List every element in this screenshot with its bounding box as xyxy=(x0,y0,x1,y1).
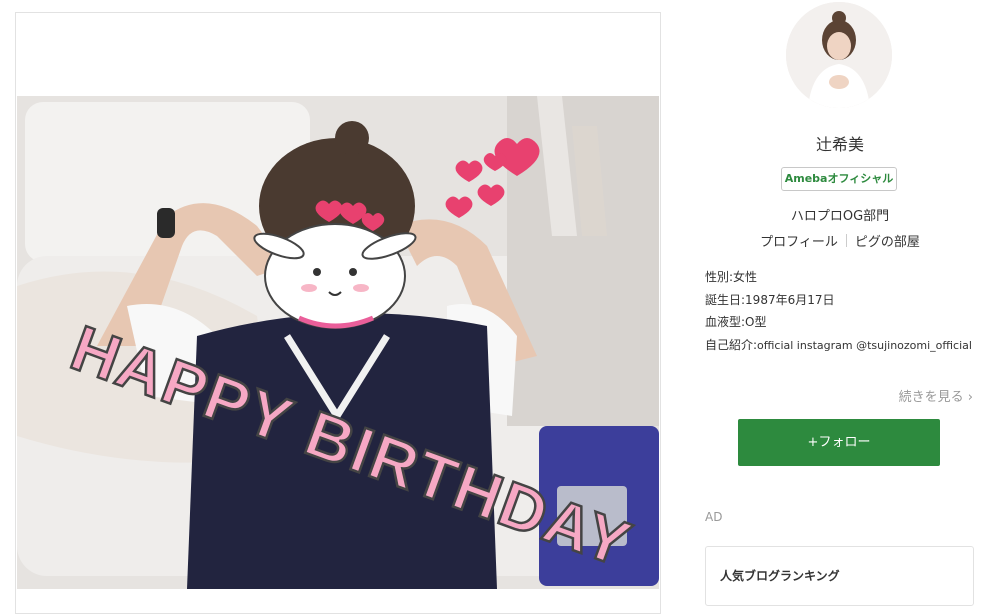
avatar-photo xyxy=(786,2,892,108)
profile-link[interactable]: プロフィール xyxy=(760,235,838,250)
intro-row: 自己紹介:official instagram @tsujinozomi_off… xyxy=(705,334,977,358)
pigg-room-link[interactable]: ピグの部屋 xyxy=(855,235,920,250)
official-badge: Amebaオフィシャル xyxy=(781,167,897,191)
blood-type-row: 血液型:O型 xyxy=(705,311,977,334)
ad-label: AD xyxy=(705,510,723,524)
gender-value: 女性 xyxy=(733,270,758,284)
blog-post-card: HAPPY BIRTHDAY xyxy=(15,12,661,614)
profile-links: プロフィール ピグの部屋 xyxy=(700,231,980,250)
link-divider xyxy=(845,234,847,247)
birthday-value: 1987年6月17日 xyxy=(745,292,835,307)
gender-label: 性別: xyxy=(705,270,734,284)
intro-value: official instagram @tsujinozomi_official xyxy=(757,338,972,352)
blood-type-value: O型 xyxy=(745,315,767,329)
read-more-label: 続きを見る xyxy=(898,390,964,405)
blood-type-label: 血液型: xyxy=(705,315,746,329)
blog-ranking-box: 人気ブログランキング xyxy=(705,546,974,606)
birthday-label: 誕生日: xyxy=(705,292,746,307)
profile-info: 性別:女性 誕生日:1987年6月17日 血液型:O型 自己紹介:officia… xyxy=(705,266,977,357)
blogger-name[interactable]: 辻希美 xyxy=(700,131,980,155)
read-more-link[interactable]: 続きを見る › xyxy=(899,386,973,405)
chevron-right-icon: › xyxy=(967,390,973,405)
blog-category[interactable]: ハロプロOG部門 xyxy=(700,205,980,224)
profile-sidebar: 辻希美 Amebaオフィシャル ハロプロOG部門 プロフィール ピグの部屋 性別:… xyxy=(700,0,980,606)
intro-label: 自己紹介: xyxy=(705,337,758,352)
follow-button[interactable]: +フォロー xyxy=(738,419,940,466)
birthday-row: 誕生日:1987年6月17日 xyxy=(705,289,977,312)
post-photo-art: HAPPY BIRTHDAY xyxy=(17,96,659,589)
post-photo[interactable]: HAPPY BIRTHDAY xyxy=(17,96,659,589)
gender-row: 性別:女性 xyxy=(705,266,977,289)
ranking-title[interactable]: 人気ブログランキング xyxy=(720,567,840,584)
avatar[interactable] xyxy=(786,2,892,108)
